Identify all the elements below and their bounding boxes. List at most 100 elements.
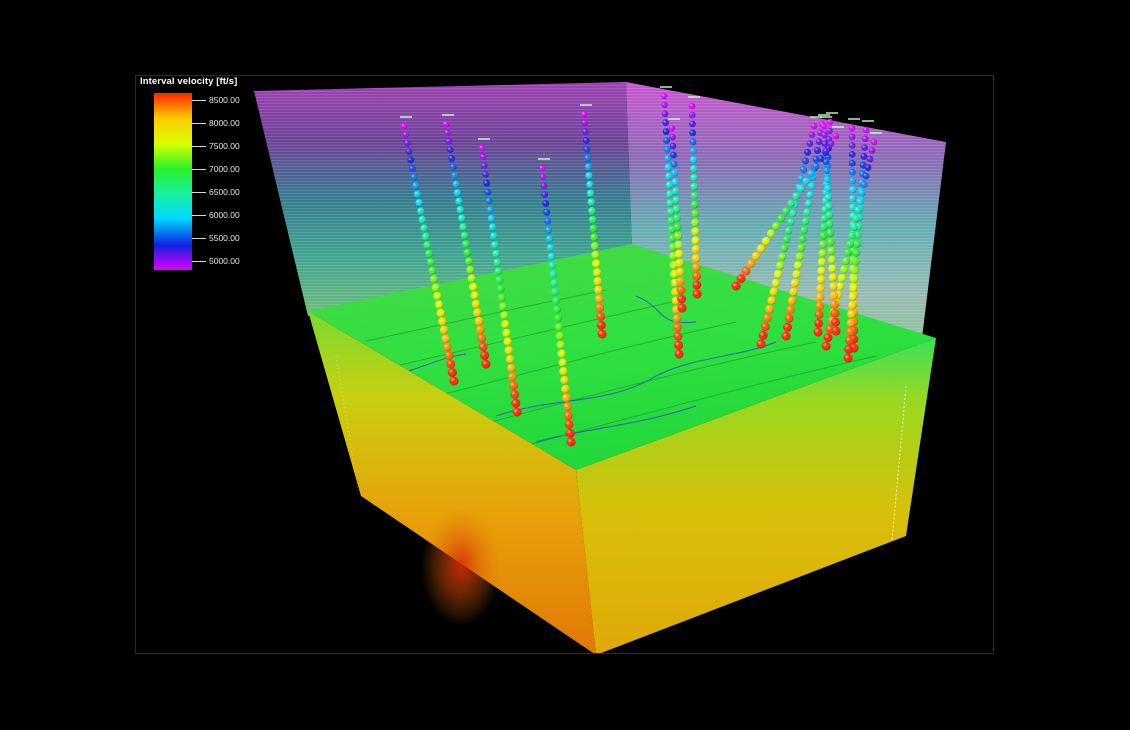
well-marker-shading [480,153,487,160]
well-marker-shading [849,283,858,292]
well-marker-shading [413,190,421,198]
well-marker-shading [781,331,791,341]
well-marker-shading [670,160,678,168]
well-marker-shading [773,270,783,279]
well-marker-shading [400,122,408,130]
well-marker-shading [789,287,798,296]
well-marker-shading [452,180,460,188]
well-marker-shading [405,148,413,155]
well-marker-shading [815,292,825,302]
well-marker-shading [824,184,832,192]
well-marker-shading [449,163,457,171]
well-marker-shading [793,261,803,270]
well-marker-shading [849,177,856,185]
well-marker-shading [660,92,668,100]
well-marker-shading [848,151,856,158]
well-marker-shading [824,193,832,201]
well-marker-shading [689,156,698,164]
well-label-marker [826,112,838,114]
well-marker-shading [583,145,591,153]
well-marker-shading [861,144,868,151]
well-marker-shading [767,229,775,238]
well-marker-shading [549,270,557,278]
well-marker-shading [455,197,463,205]
well-marker-shading [691,227,700,236]
legend-tick [192,215,206,216]
well-marker-shading [458,214,466,222]
well-marker-shading [404,139,411,147]
well-marker-shading [436,308,445,318]
well-marker-shading [819,240,827,249]
well-marker-shading [559,367,568,376]
well-marker-shading [596,320,606,330]
well-marker-shading [856,197,864,206]
well-marker-shading [546,243,554,252]
well-marker-shading [746,259,756,268]
well-marker-shading [510,390,520,399]
well-marker-shading [850,223,858,231]
well-marker-shading [565,428,575,438]
legend-title: Interval velocity [ft/s] [140,76,238,87]
seismic-volume-scene[interactable] [136,76,994,654]
well-marker-shading [494,267,503,275]
well-label-marker [400,116,412,118]
well-marker-shading [544,217,552,225]
well-marker-shading [675,258,684,268]
well-marker-shading [795,252,804,261]
well-marker-shading [672,314,682,323]
well-marker-shading [815,138,823,145]
well-marker-shading [444,351,454,360]
well-marker-shading [552,296,560,305]
well-marker-shading [669,133,676,141]
well-marker-shading [486,206,494,214]
well-marker-shading [692,280,702,290]
well-label-marker [820,116,832,118]
well-label-marker [442,114,454,116]
well-marker-shading [848,292,857,301]
well-marker-shading [818,249,827,258]
well-marker-shading [692,289,702,299]
well-marker-shading [868,147,876,154]
legend-tick [192,169,206,170]
well-marker-shading [482,171,489,178]
well-marker-shading [671,169,678,177]
well-marker-shading [673,331,683,341]
well-marker-shading [797,184,805,193]
well-marker-shading [851,257,860,266]
legend-tick [192,100,206,101]
well-marker-shading [850,266,859,275]
well-marker-shading [816,284,825,293]
well-marker-shading [817,257,827,267]
well-marker-shading [417,207,425,215]
well-marker-shading [852,248,861,257]
well-marker-shading [590,242,599,250]
well-marker-shading [852,214,860,223]
well-marker-shading [780,244,789,253]
well-marker-shading [410,173,418,181]
well-marker-shading [444,129,451,136]
well-marker-shading [761,236,771,246]
well-marker-shading [471,299,481,309]
well-marker-shading [595,303,605,312]
well-marker-shading [478,144,486,152]
well-marker-shading [467,274,476,283]
3d-viewport[interactable]: Interval velocity [ft/s] 8500.00 8000.00… [135,75,994,654]
well-marker-shading [582,137,590,144]
well-marker-shading [420,224,428,232]
well-marker-shading [765,304,774,314]
well-marker-shading [677,303,687,313]
well-marker-shading [690,173,698,182]
well-label-marker [848,118,860,120]
well-marker-shading [492,249,500,258]
legend-color-bar [154,93,192,270]
well-marker-shading [842,257,850,265]
well-marker-shading [692,271,701,281]
well-marker-shading [463,248,472,257]
well-marker-shading [828,264,837,273]
well-marker-shading [466,265,475,274]
well-marker-shading [589,224,598,233]
well-marker-shading [786,218,795,226]
well-marker-shading [430,275,438,283]
well-marker-shading [849,186,857,194]
well-marker-shading [674,349,684,359]
